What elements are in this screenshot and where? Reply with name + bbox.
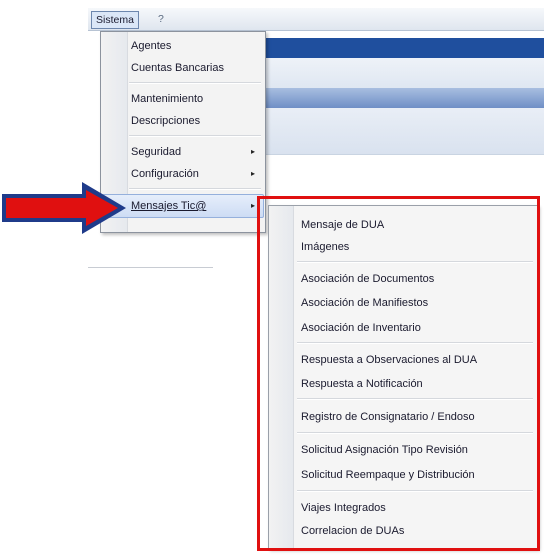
divider-line [88,267,213,268]
menu-sistema[interactable]: Sistema [91,11,139,29]
menu-item-label: Mensajes Tic@ [131,200,207,212]
submenu-arrow-icon: ▸ [250,147,255,156]
toolbar-strip [265,58,544,88]
menu-item-descripciones[interactable]: Descripciones [103,110,263,132]
submenu-arrow-icon: ▸ [250,201,255,210]
menu-item-agentes[interactable]: Agentes [103,35,263,57]
panel-strip [265,108,544,155]
annotation-highlight-frame [257,196,540,551]
menu-bar: Sistema ? [88,8,544,31]
menu-separator [129,188,261,190]
menu-item-label: Cuentas Bancarias [131,62,224,74]
annotation-arrow-icon [2,182,126,234]
menu-item-label: Mantenimiento [131,93,204,105]
menu-item-label: Configuración [131,168,199,180]
menu-separator [129,135,261,137]
menu-item-label: Descripciones [131,115,201,127]
panel-header-bar [265,88,544,108]
menu-help[interactable]: ? [154,11,168,27]
window-title-bar [265,38,544,58]
menu-item-mantenimiento[interactable]: Mantenimiento [103,88,263,110]
menu-item-seguridad[interactable]: Seguridad ▸ [103,141,263,163]
menu-separator [129,82,261,84]
menu-item-label: Agentes [131,40,172,52]
menu-item-label: Seguridad [131,146,182,158]
menu-item-cuentas-bancarias[interactable]: Cuentas Bancarias [103,57,263,79]
submenu-arrow-icon: ▸ [250,169,255,178]
